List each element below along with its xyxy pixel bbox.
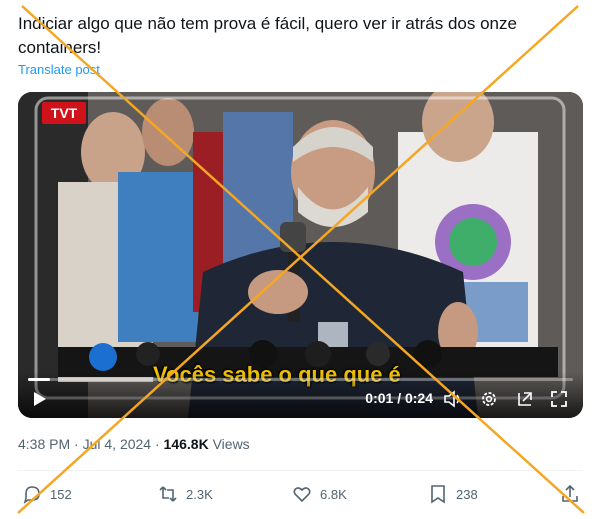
reply-count: 152 [50,486,72,502]
tweet-meta: 4:38 PM · Jul 4, 2024 · 146.8K Views [18,436,250,452]
fullscreen-icon[interactable] [547,388,571,410]
tvt-logo: TVT [42,102,86,124]
post-date[interactable]: Jul 4, 2024 [83,436,152,452]
video-progress-bar[interactable] [28,378,573,381]
repost-count: 2.3K [186,486,213,502]
volume-icon[interactable] [441,388,465,410]
bookmark-count: 238 [456,486,478,502]
heart-icon [293,487,311,503]
play-icon[interactable] [28,388,52,410]
translate-post-link[interactable]: Translate post [18,62,100,77]
meta-separator: · [74,436,79,452]
like-button[interactable]: 6.8K [292,484,347,504]
reply-button[interactable]: 152 [22,484,72,504]
reply-icon [23,486,40,504]
post-time[interactable]: 4:38 PM [18,436,70,452]
views-label: Views [212,436,250,452]
video-controls: 0:01 / 0:24 [18,372,583,418]
video-player[interactable]: TVT Vocês sabe o que que é 0:01 / 0:24 [18,92,583,418]
settings-icon[interactable] [477,388,501,410]
meta-separator-2: · [154,436,160,452]
like-count: 6.8K [320,486,347,502]
share-button[interactable] [560,484,580,504]
video-time-display: 0:01 / 0:24 [365,390,433,406]
share-icon [562,484,578,502]
bookmark-button[interactable]: 238 [428,484,478,504]
divider [18,470,582,471]
views-count: 146.8K [163,436,209,452]
video-progress-fill [28,378,50,381]
popout-icon[interactable] [513,388,537,410]
tweet-text: Indiciar algo que não tem prova é fácil,… [18,14,517,57]
repost-icon [159,486,177,502]
repost-button[interactable]: 2.3K [158,484,213,504]
bookmark-icon [431,485,445,504]
